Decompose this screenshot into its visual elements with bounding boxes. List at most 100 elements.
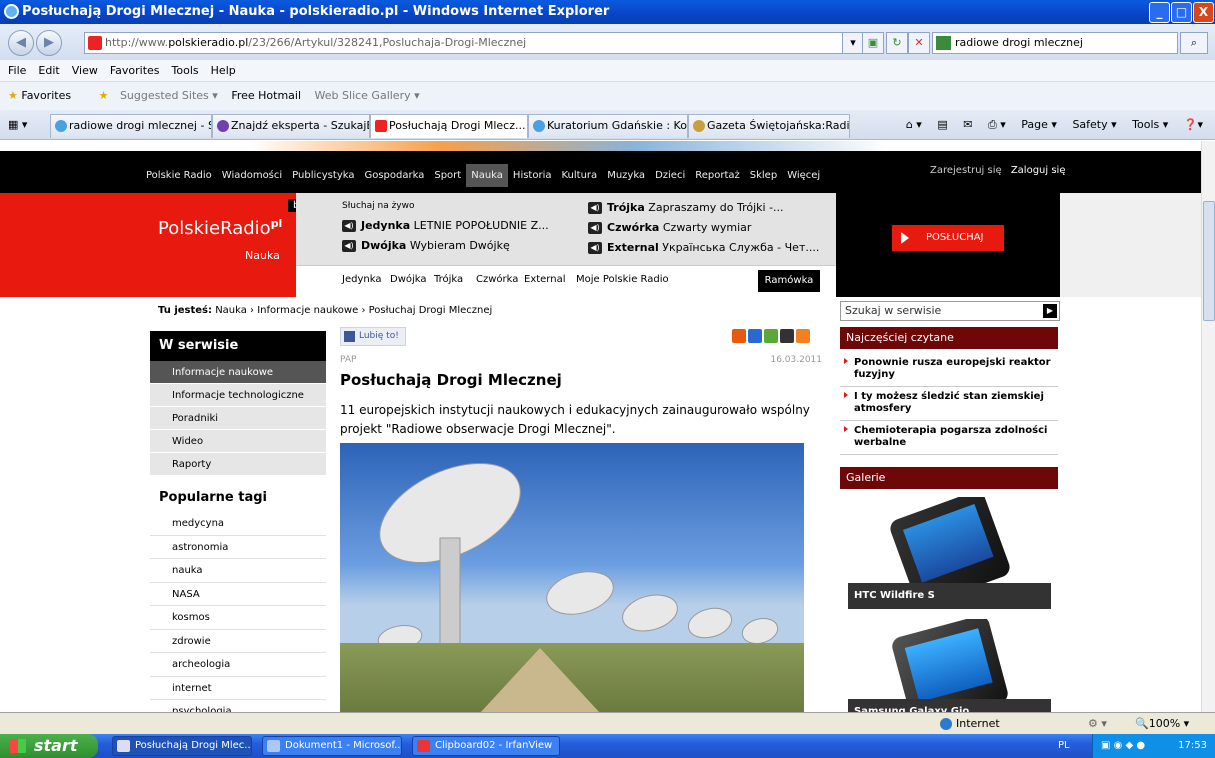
menu-favorites[interactable]: Favorites	[110, 64, 160, 77]
subnav-trojka[interactable]: Trójka	[434, 274, 463, 285]
web-slice-gallery-link[interactable]: Web Slice Gallery ▾	[315, 89, 420, 102]
nav-dzieci[interactable]: Dzieci	[650, 164, 690, 187]
wykop-icon[interactable]	[732, 329, 746, 343]
register-link[interactable]: Zarejestruj się	[930, 165, 1002, 176]
tab-posluchaja[interactable]: Posłuchają Drogi Mlecz...	[370, 114, 528, 138]
tag-link[interactable]: internet	[150, 677, 326, 700]
site-logo[interactable]: PolskieRadiopl	[158, 217, 282, 239]
task-irfanview[interactable]: Clipboard02 - IrfanView	[412, 736, 560, 756]
search-icon[interactable]: ⌕	[1180, 32, 1208, 54]
blip-icon[interactable]	[748, 329, 762, 343]
menu-tools[interactable]: Tools	[172, 64, 199, 77]
safety-menu[interactable]: Safety ▾	[1072, 118, 1116, 131]
channel-jedynka[interactable]: ◀) Jedynka LETNIE POPOŁUDNIE Z...	[342, 219, 549, 232]
zoom-control[interactable]: 🔍100% ▾	[1135, 713, 1189, 735]
scrollbar-thumb[interactable]	[1203, 201, 1215, 321]
nav-reportaz[interactable]: Reportaż	[690, 164, 745, 187]
tag-link[interactable]: archeologia	[150, 653, 326, 677]
stop-icon[interactable]: ✕	[908, 32, 930, 54]
print-icon[interactable]: ⎙ ▾	[988, 118, 1006, 131]
listen-button[interactable]: POSŁUCHAJ	[892, 225, 1004, 251]
banner-ad[interactable]	[250, 141, 890, 151]
tag-link[interactable]: kosmos	[150, 606, 326, 630]
url-input[interactable]: http://www.polskieradio.pl/23/266/Artyku…	[84, 32, 862, 54]
task-ie[interactable]: Posłuchają Drogi Mlec...	[112, 736, 252, 756]
sidebar-item-informacje-technologiczne[interactable]: Informacje technologiczne	[150, 384, 326, 407]
tag-link[interactable]: nauka	[150, 559, 326, 583]
menu-edit[interactable]: Edit	[38, 64, 59, 77]
menu-help[interactable]: Help	[211, 64, 236, 77]
breadcrumb-path[interactable]: Nauka › Informacje naukowe › Posłuchaj D…	[215, 305, 492, 316]
facebook-like-button[interactable]: Lubię to!	[340, 327, 406, 346]
feeds-icon[interactable]: ▤	[937, 118, 947, 131]
nav-publicystyka[interactable]: Publicystyka	[287, 164, 359, 187]
subnav-dwojka[interactable]: Dwójka	[390, 274, 427, 285]
digg-icon[interactable]	[780, 329, 794, 343]
nav-kultura[interactable]: Kultura	[557, 164, 603, 187]
ramowka-button[interactable]: Ramówka	[758, 270, 820, 292]
start-button[interactable]: start	[0, 734, 98, 758]
add-favorite-icon[interactable]: ★	[99, 89, 109, 102]
vertical-scrollbar[interactable]	[1201, 141, 1215, 712]
sidebar-item-informacje-naukowe[interactable]: Informacje naukowe	[150, 361, 326, 384]
forward-button[interactable]: ▶	[36, 30, 62, 56]
nav-muzyka[interactable]: Muzyka	[602, 164, 650, 187]
sidebar-item-wideo[interactable]: Wideo	[150, 430, 326, 453]
nav-wiadomosci[interactable]: Wiadomości	[217, 164, 287, 187]
mail-icon[interactable]: ✉	[963, 118, 972, 131]
channel-dwojka[interactable]: ◀) Dwójka Wybieram Dwójkę	[342, 239, 510, 252]
subnav-jedynka[interactable]: Jedynka	[342, 274, 381, 285]
close-button[interactable]: X	[1193, 2, 1214, 23]
zone-indicator[interactable]: Internet	[940, 713, 1000, 735]
menu-file[interactable]: File	[8, 64, 26, 77]
gallery-item[interactable]: HTC Wildfire S	[848, 497, 1051, 609]
minimize-button[interactable]: _	[1149, 2, 1170, 23]
page-menu[interactable]: Page ▾	[1021, 118, 1057, 131]
most-read-item[interactable]: Chemioterapia pogarsza zdolności werbaln…	[840, 421, 1058, 455]
tag-link[interactable]: NASA	[150, 583, 326, 606]
suggested-sites-link[interactable]: Suggested Sites ▾	[120, 89, 218, 102]
site-search-input[interactable]: Szukaj w serwisie ▶	[840, 301, 1060, 321]
refresh-icon[interactable]: ↻	[886, 32, 908, 54]
tab-gazeta[interactable]: Gazeta Świętojańska:Radi...	[688, 114, 850, 138]
help-icon[interactable]: ❓▾	[1184, 118, 1203, 131]
rss-icon[interactable]	[796, 329, 810, 343]
sidebar-item-poradniki[interactable]: Poradniki	[150, 407, 326, 430]
tab-radiowe[interactable]: radiowe drogi mlecznej - Sz...	[50, 114, 212, 138]
task-word[interactable]: Dokument1 - Microsof...	[262, 736, 402, 756]
back-button[interactable]: ◀	[8, 30, 34, 56]
home-icon[interactable]: ⌂ ▾	[906, 118, 922, 131]
most-read-item[interactable]: I ty możesz śledzić stan ziemskiej atmos…	[840, 387, 1058, 421]
channel-external[interactable]: ◀) External Українська Служба - Чет....	[588, 241, 819, 254]
delicious-icon[interactable]	[764, 329, 778, 343]
favorites-button[interactable]: Favorites	[21, 89, 71, 102]
channel-trojka[interactable]: ◀) Trójka Zapraszamy do Trójki -...	[588, 201, 784, 214]
gallery-item[interactable]: Samsung Galaxy Gio	[848, 619, 1051, 712]
maximize-button[interactable]: □	[1171, 2, 1192, 23]
tab-kuratorium[interactable]: Kuratorium Gdańskie : Kon...	[528, 114, 688, 138]
nav-gospodarka[interactable]: Gospodarka	[359, 164, 429, 187]
most-read-item[interactable]: Ponownie rusza europejski reaktor fuzyjn…	[840, 353, 1058, 387]
subnav-moje-polskie-radio[interactable]: Moje Polskie Radio	[576, 274, 669, 285]
compat-view-icon[interactable]: ▣	[862, 32, 884, 54]
tag-link[interactable]: astronomia	[150, 536, 326, 559]
tray-icons[interactable]: ▣ ◉ ◆ ●	[1101, 740, 1145, 751]
nav-polskie-radio[interactable]: Polskie Radio	[141, 164, 217, 187]
channel-czworka[interactable]: ◀) Czwórka Czwarty wymiar	[588, 221, 751, 234]
menu-view[interactable]: View	[72, 64, 98, 77]
search-input[interactable]: radiowe drogi mlecznej	[932, 32, 1178, 54]
tab-znajdz-eksperta[interactable]: Znajdź eksperta - SzukajEk...	[212, 114, 370, 138]
quick-tabs-icon[interactable]: ▦ ▾	[8, 118, 27, 131]
tag-link[interactable]: zdrowie	[150, 630, 326, 653]
nav-wiecej[interactable]: Więcej	[782, 164, 825, 187]
free-hotmail-link[interactable]: Free Hotmail	[231, 89, 301, 102]
login-link[interactable]: Zaloguj się	[1011, 165, 1066, 176]
protected-mode-icon[interactable]: ⚙ ▾	[1088, 713, 1107, 735]
dropdown-arrow-icon[interactable]: ▾	[842, 32, 864, 54]
tag-link[interactable]: psychologia	[150, 700, 326, 712]
tools-menu[interactable]: Tools ▾	[1132, 118, 1168, 131]
subnav-czworka[interactable]: Czwórka	[476, 274, 518, 285]
tag-link[interactable]: medycyna	[150, 512, 326, 536]
sidebar-item-raporty[interactable]: Raporty	[150, 453, 326, 476]
language-indicator[interactable]: PL	[1058, 734, 1070, 758]
